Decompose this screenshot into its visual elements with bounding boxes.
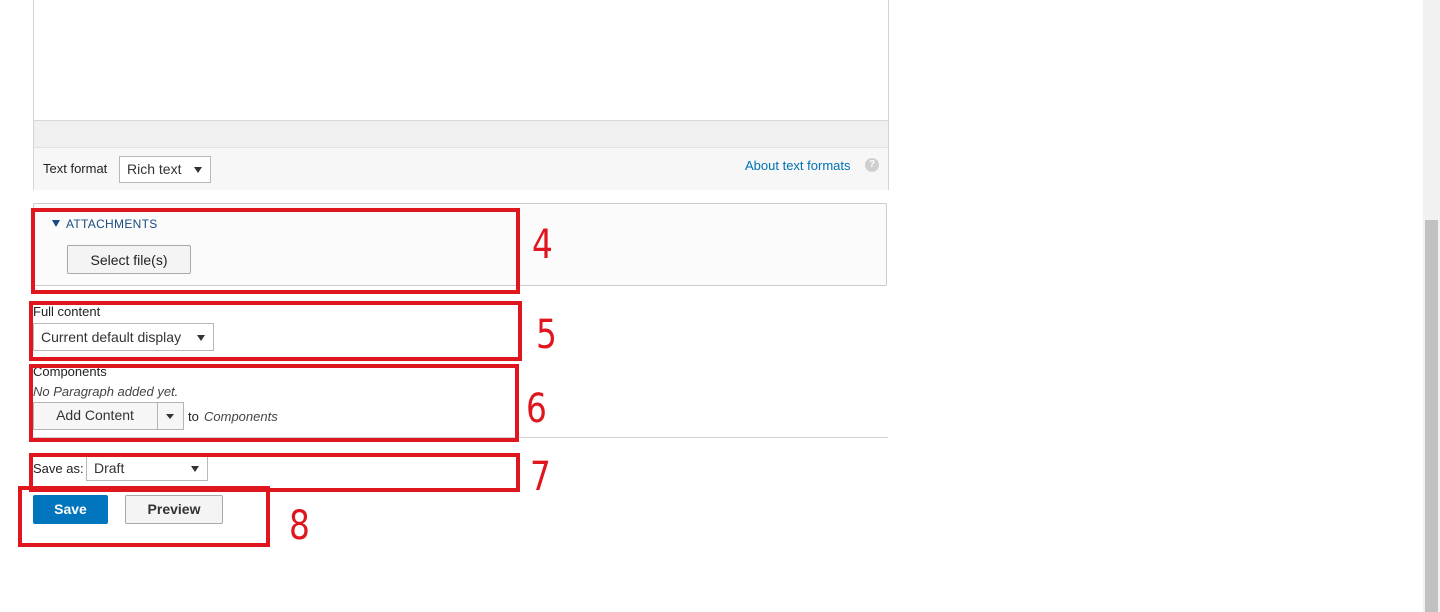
annotation-number-6: 6: [526, 386, 547, 432]
annotation-box-4: [31, 208, 520, 294]
annotation-box-5: [29, 301, 522, 361]
about-text-formats-link[interactable]: About text formats: [745, 158, 851, 173]
annotation-number-4: 4: [532, 222, 553, 268]
editor-status-bar: [34, 120, 888, 147]
scrollbar-thumb[interactable]: [1425, 220, 1438, 612]
annotation-number-7: 7: [530, 454, 551, 500]
annotation-box-6: [29, 364, 519, 442]
text-format-select[interactable]: Rich text: [119, 156, 211, 183]
annotation-number-5: 5: [536, 312, 557, 358]
chevron-down-icon: [194, 167, 202, 173]
help-icon[interactable]: ?: [865, 158, 879, 172]
text-format-value: Rich text: [127, 161, 182, 177]
annotation-number-8: 8: [289, 503, 310, 549]
text-format-label: Text format: [43, 161, 108, 176]
annotation-box-8: [18, 486, 270, 547]
